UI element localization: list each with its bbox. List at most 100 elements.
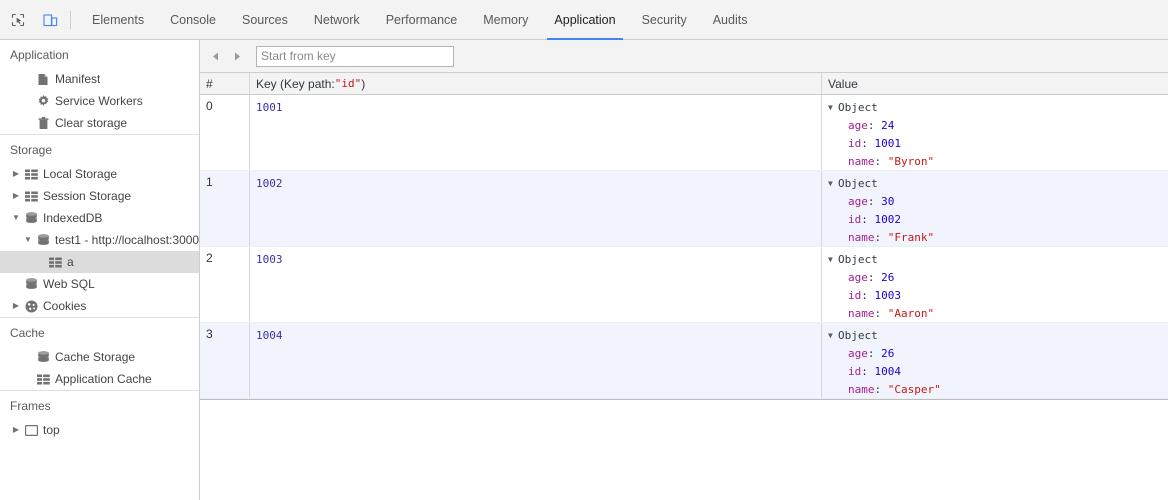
sidebar-item-top[interactable]: ▶ top [0, 419, 199, 441]
object-property[interactable]: age: 30 [828, 193, 1168, 211]
sidebar-item-clear-storage[interactable]: ▶ Clear storage [0, 112, 199, 134]
row-key-cell[interactable]: 1003 [250, 247, 822, 322]
property-colon: : [861, 137, 875, 150]
sidebar-item-manifest[interactable]: ▶ Manifest [0, 68, 199, 90]
sidebar-item-test1-http-localhost-3000[interactable]: ▼ test1 - http://localhost:3000 [0, 229, 199, 251]
chevron-down-icon[interactable]: ▼ [828, 327, 838, 345]
twisty-spacer: ▶ [22, 119, 34, 127]
property-value: 26 [881, 347, 895, 360]
sidebar-item-web-sql[interactable]: ▶ Web SQL [0, 273, 199, 295]
row-value-cell[interactable]: ▼ Object age: 30 id: 1002 name: "Frank" [822, 171, 1168, 246]
chevron-down-icon[interactable]: ▼ [22, 236, 34, 244]
property-name: name [848, 155, 875, 168]
object-property[interactable]: age: 26 [828, 269, 1168, 287]
chevron-right-icon[interactable]: ▶ [10, 170, 22, 178]
cookie-icon [22, 300, 40, 313]
row-value-cell[interactable]: ▼ Object age: 26 id: 1003 name: "Aaron" [822, 247, 1168, 322]
property-colon: : [874, 307, 888, 320]
tab-label: Network [313, 12, 360, 27]
object-property[interactable]: age: 26 [828, 345, 1168, 363]
object-expander-row[interactable]: ▼ Object [828, 99, 1168, 117]
object-expander-row[interactable]: ▼ Object [828, 175, 1168, 193]
sidebar-section: Storage ▶ Local Storage ▶ Session Storage ▼ In… [0, 134, 199, 317]
inspect-cursor-icon[interactable] [4, 7, 32, 33]
sidebar-item-service-workers[interactable]: ▶ Service Workers [0, 90, 199, 112]
arrow-left-icon[interactable] [204, 45, 226, 67]
object-property[interactable]: id: 1002 [828, 211, 1168, 229]
column-header-key[interactable]: Key (Key path: "id") [250, 73, 822, 94]
sidebar-item-application-cache[interactable]: ▶ Application Cache [0, 368, 199, 390]
object-property[interactable]: name: "Aaron" [828, 305, 1168, 322]
row-key-cell[interactable]: 1004 [250, 323, 822, 398]
device-toolbar-icon[interactable] [36, 7, 64, 33]
object-property[interactable]: id: 1003 [828, 287, 1168, 305]
row-key-value: 1003 [256, 253, 283, 266]
tab-network[interactable]: Network [301, 0, 373, 40]
sidebar-item-indexeddb[interactable]: ▼ IndexedDB [0, 207, 199, 229]
sidebar-item-label: Clear storage [55, 116, 128, 130]
table-row[interactable]: 2 1003 ▼ Object age: 26 id: 1003 name: "Aaron" [200, 247, 1168, 323]
object-expander-row[interactable]: ▼ Object [828, 327, 1168, 345]
tab-elements[interactable]: Elements [79, 0, 157, 40]
row-index-cell: 3 [200, 323, 250, 398]
row-key-cell[interactable]: 1001 [250, 95, 822, 170]
sidebar-item-label: Web SQL [43, 277, 95, 291]
chevron-down-icon[interactable]: ▼ [828, 251, 838, 269]
column-header-value[interactable]: Value [822, 73, 1168, 94]
object-property[interactable]: name: "Frank" [828, 229, 1168, 246]
tab-performance[interactable]: Performance [373, 0, 471, 40]
sidebar-item-a[interactable]: ▶a [0, 251, 199, 273]
object-property[interactable]: id: 1004 [828, 363, 1168, 381]
chevron-down-icon[interactable]: ▼ [828, 99, 838, 117]
start-from-key-input[interactable] [256, 45, 454, 67]
object-expander-row[interactable]: ▼ Object [828, 251, 1168, 269]
tab-console[interactable]: Console [157, 0, 229, 40]
sidebar-item-label: Service Workers [55, 94, 143, 108]
tab-memory[interactable]: Memory [470, 0, 541, 40]
chevron-right-icon[interactable]: ▶ [10, 192, 22, 200]
property-value: 26 [881, 271, 895, 284]
object-property[interactable]: age: 24 [828, 117, 1168, 135]
sidebar-item-session-storage[interactable]: ▶ Session Storage [0, 185, 199, 207]
object-label: Object [838, 177, 878, 190]
indexeddb-content-panel: # Key (Key path: "id") Value 01001▼Objec… [200, 40, 1168, 500]
row-key-cell[interactable]: 1002 [250, 171, 822, 246]
sidebar-item-label: Local Storage [43, 167, 118, 181]
table-row[interactable]: 3 1004 ▼ Object age: 26 id: 1004 name: "Casper… [200, 323, 1168, 399]
chevron-right-icon[interactable]: ▶ [10, 302, 22, 310]
chevron-down-icon[interactable]: ▼ [828, 175, 838, 193]
arrow-right-icon[interactable] [226, 45, 248, 67]
row-value-cell[interactable]: ▼ Object age: 26 id: 1004 name: "Casper" [822, 323, 1168, 398]
row-value-cell[interactable]: ▼ Object age: 24 id: 1001 name: "Byron" [822, 95, 1168, 170]
sidebar-section: Application ▶ Manifest ▶ Service Workers ▶ Cle… [0, 40, 199, 134]
tab-sources[interactable]: Sources [229, 0, 301, 40]
property-value: "Casper" [887, 383, 941, 396]
table-row[interactable]: 1 1002 ▼ Object age: 30 id: 1002 name: "Frank" [200, 171, 1168, 247]
object-property[interactable]: name: "Casper" [828, 381, 1168, 398]
tab-application[interactable]: Application [541, 0, 628, 40]
row-index-cell: 2 [200, 247, 250, 322]
tab-label: Sources [241, 12, 288, 27]
property-value: 30 [881, 195, 895, 208]
property-colon: : [861, 289, 875, 302]
frame-icon [22, 424, 40, 436]
property-colon: : [874, 155, 888, 168]
tab-security[interactable]: Security [629, 0, 700, 40]
chevron-down-icon[interactable]: ▼ [10, 214, 22, 222]
table-row[interactable]: 0 1001 ▼ Object age: 24 id: 1001 name: "Byron" [200, 95, 1168, 171]
chevron-right-icon[interactable]: ▶ [10, 426, 22, 434]
sidebar-section: Cache ▶ Cache Storage ▶ Application Cache [0, 317, 199, 390]
property-value: 1001 [874, 137, 902, 150]
tab-audits[interactable]: Audits [700, 0, 761, 40]
sidebar-item-cache-storage[interactable]: ▶ Cache Storage [0, 346, 199, 368]
sidebar-section-header: Application [10, 48, 69, 62]
property-colon: : [861, 365, 875, 378]
column-header-index[interactable]: # [200, 73, 250, 94]
object-property[interactable]: name: "Byron" [828, 153, 1168, 170]
property-name: id [848, 213, 862, 226]
sidebar-item-cookies[interactable]: ▶ Cookies [0, 295, 199, 317]
sidebar-item-local-storage[interactable]: ▶ Local Storage [0, 163, 199, 185]
object-property[interactable]: id: 1001 [828, 135, 1168, 153]
tab-label: Audits [712, 12, 748, 27]
sidebar-section-header: Storage [10, 143, 53, 157]
